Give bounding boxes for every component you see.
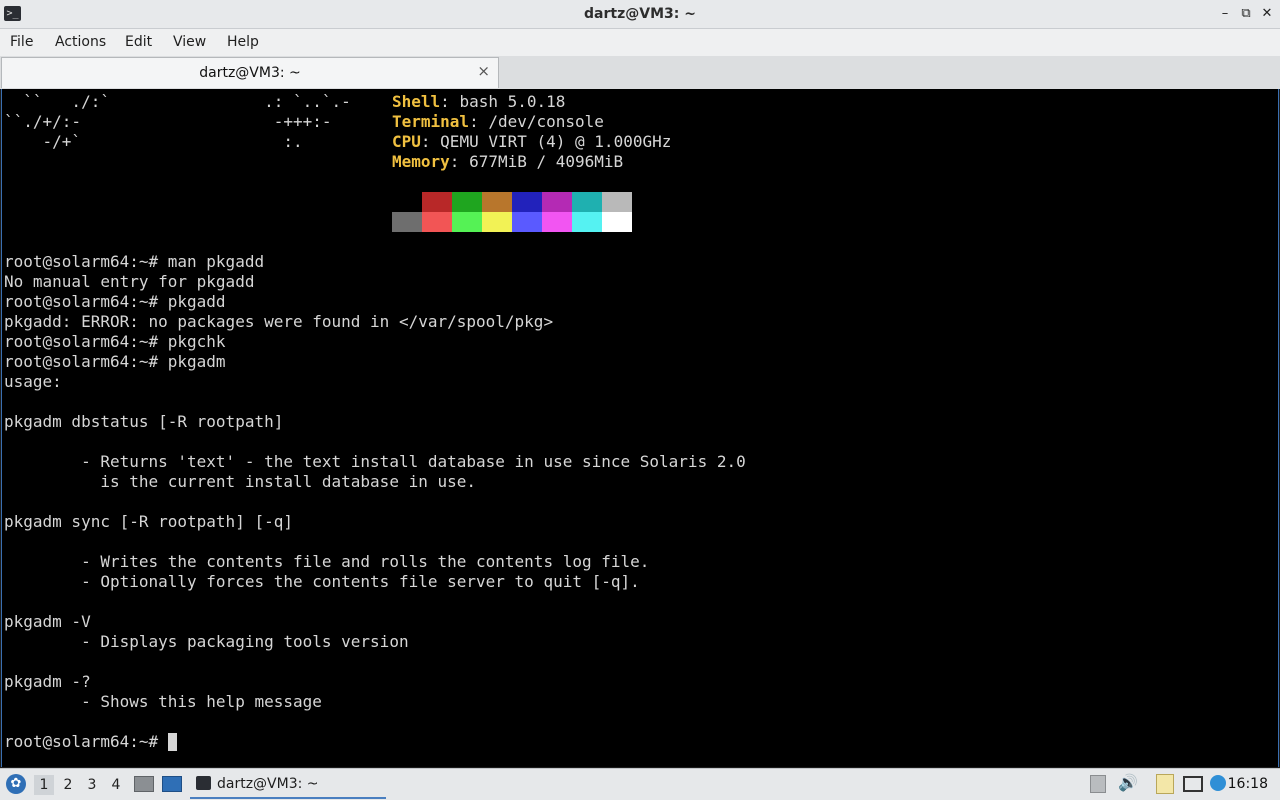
menu-help[interactable]: Help (227, 34, 259, 50)
terminal-line: No manual entry for pkgadd (4, 272, 255, 291)
clock: 16:18 (1227, 776, 1268, 792)
menu-view[interactable]: View (173, 34, 206, 50)
file-manager-icon[interactable] (134, 776, 154, 792)
palette-swatch (482, 192, 512, 212)
palette-swatch (422, 192, 452, 212)
sysinfo-key: Memory (392, 152, 450, 171)
show-desktop-icon[interactable] (162, 776, 182, 792)
terminal-line: pkgadm sync [-R rootpath] [-q] (4, 512, 293, 531)
terminal-output[interactable]: `` ./:` .: `..`.- ``./+/:- -+++:- -/+` :.… (1, 89, 1279, 767)
terminal-line: root@solarm64:~# man pkgadd (4, 252, 265, 271)
panel-arrow-icon[interactable] (1090, 775, 1106, 793)
update-notifier-icon[interactable] (1210, 775, 1226, 791)
sysinfo-line: Shell: bash 5.0.18 (392, 92, 565, 112)
terminal-line: - Shows this help message (4, 692, 322, 711)
volume-icon[interactable]: 🔊 (1118, 773, 1138, 792)
palette-swatch (542, 192, 572, 212)
tab-bar: dartz@VM3: ~ × (0, 56, 1280, 89)
terminal-line: - Returns 'text' - the text install data… (4, 452, 746, 471)
prompt-text: root@solarm64:~# (4, 732, 168, 751)
close-icon[interactable]: ✕ (1256, 4, 1278, 24)
desktop-1-button[interactable]: 1 (34, 775, 54, 795)
sysinfo-value: : 677MiB / 4096MiB (449, 152, 624, 171)
palette-swatch (392, 212, 422, 232)
task-terminal-button[interactable]: dartz@VM3: ~ (190, 771, 386, 799)
palette-swatch (392, 192, 422, 212)
terminal-line: pkgadd: ERROR: no packages were found in… (4, 312, 554, 331)
ascii-art-line: `` ./:` .: `..`.- (4, 92, 351, 111)
palette-swatch (572, 212, 602, 232)
sysinfo-value: : QEMU VIRT (4) @ 1.000GHz (420, 132, 672, 151)
start-menu-icon[interactable]: ✿ (6, 774, 26, 794)
palette-swatch (542, 212, 572, 232)
terminal-line: - Optionally forces the contents file se… (4, 572, 640, 591)
terminal-line: usage: (4, 372, 62, 391)
terminal-line: pkgadm -? (4, 672, 91, 691)
taskbar: ✿ 1 2 3 4 dartz@VM3: ~ 🔊 16:18 (0, 768, 1280, 800)
sysinfo-line: Memory: 677MiB / 4096MiB (392, 152, 623, 172)
sysinfo-value: : /dev/console (469, 112, 604, 131)
sysinfo-key: CPU (392, 132, 421, 151)
network-icon[interactable] (1183, 776, 1203, 792)
palette-swatch (602, 212, 632, 232)
ascii-art-line: -/+` :. (4, 132, 303, 151)
restore-icon[interactable]: ⧉ (1235, 4, 1257, 24)
text-cursor (167, 733, 177, 751)
sysinfo-line: CPU: QEMU VIRT (4) @ 1.000GHz (392, 132, 671, 152)
terminal-line: root@solarm64:~# pkgadm (4, 352, 226, 371)
tab-terminal[interactable]: dartz@VM3: ~ × (1, 57, 499, 88)
sysinfo-line: Terminal: /dev/console (392, 112, 604, 132)
palette-swatch (482, 212, 512, 232)
palette-swatch (422, 212, 452, 232)
terminal-line: is the current install database in use. (4, 472, 477, 491)
palette-swatch (512, 212, 542, 232)
terminal-task-icon (196, 776, 211, 790)
clipboard-icon[interactable] (1156, 774, 1174, 794)
palette-swatch (452, 192, 482, 212)
sysinfo-key: Terminal (392, 112, 470, 131)
sysinfo-value: : bash 5.0.18 (440, 92, 566, 111)
terminal-line: pkgadm dbstatus [-R rootpath] (4, 412, 284, 431)
menu-actions[interactable]: Actions (55, 34, 106, 50)
desktop-4-button[interactable]: 4 (106, 775, 126, 795)
palette-swatch (602, 192, 632, 212)
window-titlebar[interactable]: >_ dartz@VM3: ~ – ⧉ ✕ (0, 0, 1280, 29)
menubar: File Actions Edit View Help (0, 29, 1280, 56)
terminal-line: root@solarm64:~# pkgchk (4, 332, 226, 351)
desktop-2-button[interactable]: 2 (58, 775, 78, 795)
ascii-art-line: ``./+/:- -+++:- (4, 112, 332, 131)
desktop-3-button[interactable]: 3 (82, 775, 102, 795)
tab-title: dartz@VM3: ~ (199, 65, 301, 81)
terminal-line: pkgadm -V (4, 612, 91, 631)
menu-file[interactable]: File (10, 34, 33, 50)
sysinfo-key: Shell (392, 92, 441, 111)
palette-swatch (572, 192, 602, 212)
tab-close-icon[interactable]: × (477, 62, 490, 80)
task-terminal-label: dartz@VM3: ~ (217, 776, 319, 792)
prompt-line[interactable]: root@solarm64:~# (4, 732, 177, 752)
terminal-line: - Displays packaging tools version (4, 632, 409, 651)
minimize-icon[interactable]: – (1214, 4, 1236, 24)
palette-swatch (452, 212, 482, 232)
palette-swatch (512, 192, 542, 212)
window-title: dartz@VM3: ~ (584, 6, 696, 22)
terminal-line: - Writes the contents file and rolls the… (4, 552, 650, 571)
terminal-line: root@solarm64:~# pkgadd (4, 292, 226, 311)
menu-edit[interactable]: Edit (125, 34, 152, 50)
